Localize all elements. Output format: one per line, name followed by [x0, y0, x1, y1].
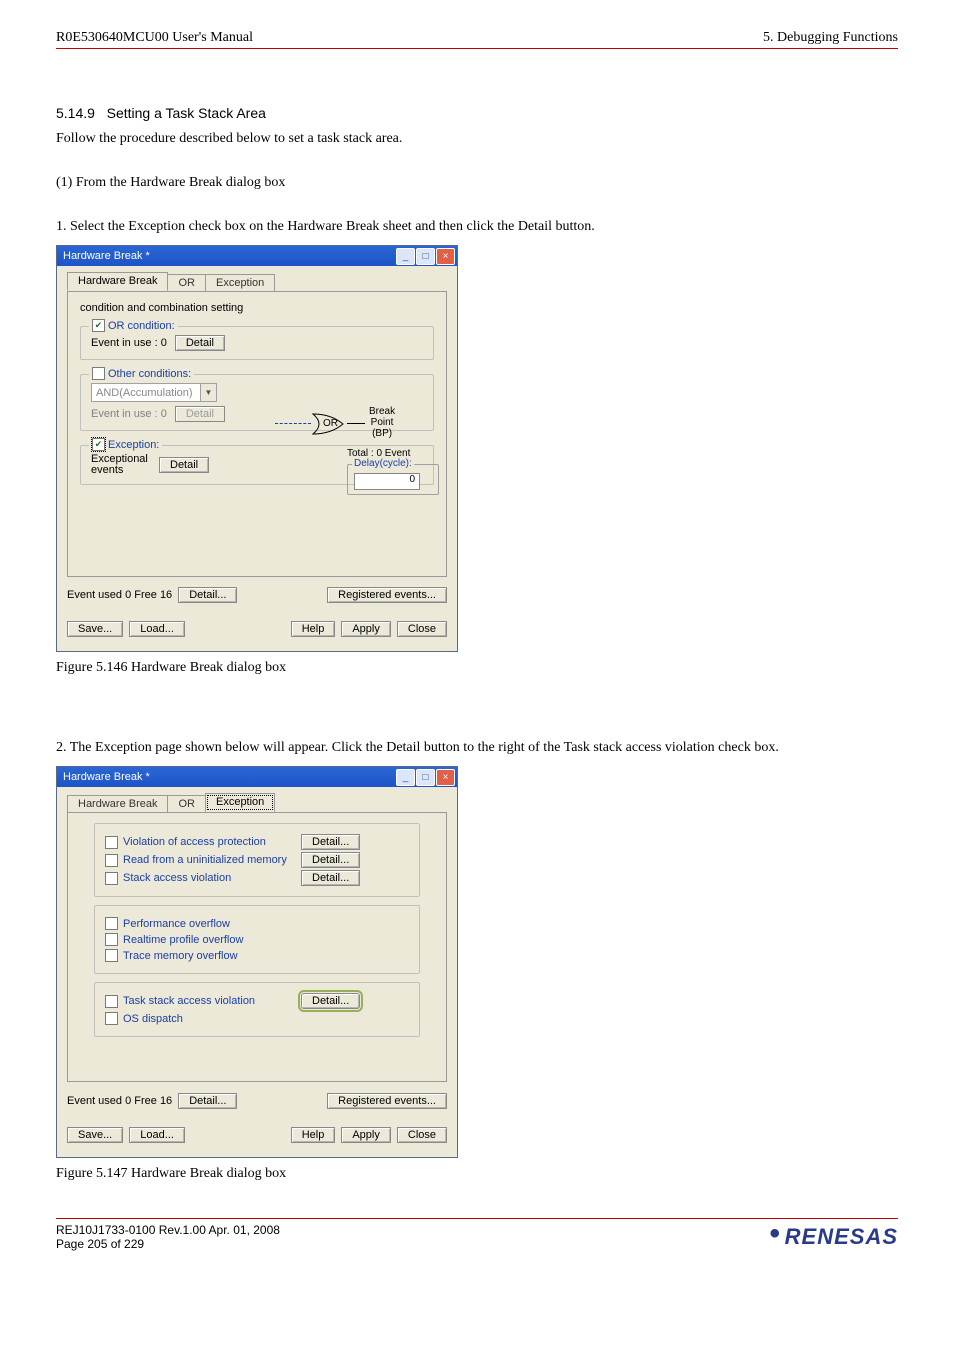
registered-events-button[interactable]: Registered events...: [327, 1093, 447, 1109]
or-detail-button[interactable]: Detail: [175, 335, 225, 351]
help-button[interactable]: Help: [291, 621, 336, 637]
os-dispatch-checkbox[interactable]: [105, 1012, 118, 1025]
dropdown-value: AND(Accumulation): [96, 387, 193, 399]
apply-button[interactable]: Apply: [341, 621, 391, 637]
trace-overflow-label: Trace memory overflow: [123, 950, 238, 962]
stack-access-label: Stack access violation: [123, 872, 231, 884]
save-button[interactable]: Save...: [67, 621, 123, 637]
delay-group: Delay(cycle): 0: [347, 464, 439, 495]
task-stack-checkbox[interactable]: [105, 995, 118, 1008]
close-button[interactable]: Close: [397, 1127, 447, 1143]
task-stack-detail-button[interactable]: Detail...: [301, 993, 360, 1009]
perf-overflow-label: Performance overflow: [123, 918, 230, 930]
minimize-icon[interactable]: _: [396, 248, 415, 265]
realtime-overflow-checkbox[interactable]: [105, 933, 118, 946]
tab-exception[interactable]: Exception: [205, 793, 275, 812]
load-button[interactable]: Load...: [129, 1127, 185, 1143]
realtime-overflow-label: Realtime profile overflow: [123, 934, 243, 946]
or-gate-illustration: OR Break Point (BP) Total : 0 Event Dela…: [303, 392, 443, 482]
figure-caption-1: Figure 5.146 Hardware Break dialog box: [56, 660, 898, 676]
violation-detail-button[interactable]: Detail...: [301, 834, 360, 850]
save-button[interactable]: Save...: [67, 1127, 123, 1143]
tab-hardware-break[interactable]: Hardware Break: [67, 272, 168, 291]
condition-heading: condition and combination setting: [80, 302, 434, 314]
other-detail-button: Detail: [175, 406, 225, 422]
renesas-logo-text: RENESAS: [785, 1224, 898, 1250]
other-event-in-use: Event in use : 0: [91, 408, 167, 420]
perf-overflow-checkbox[interactable]: [105, 917, 118, 930]
delay-value-input[interactable]: 0: [354, 473, 420, 490]
exceptional-events-label: Exceptional events: [91, 454, 151, 476]
stack-access-detail-button[interactable]: Detail...: [301, 870, 360, 886]
header-left: R0E530640MCU00 User's Manual: [56, 30, 253, 46]
maximize-icon[interactable]: □: [416, 769, 435, 786]
footer-line1: REJ10J1733-0100 Rev.1.00 Apr. 01, 2008: [56, 1223, 280, 1237]
or-gate-label: OR: [323, 418, 338, 429]
event-used-label: Event used 0 Free 16: [67, 589, 172, 601]
other-conditions-label: Other conditions:: [108, 368, 191, 380]
other-conditions-checkbox[interactable]: [92, 367, 105, 380]
close-icon[interactable]: ×: [436, 769, 455, 786]
figure-caption-2: Figure 5.147 Hardware Break dialog box: [56, 1166, 898, 1182]
exception-checkbox[interactable]: ✔: [92, 438, 105, 451]
os-dispatch-label: OS dispatch: [123, 1013, 183, 1025]
footer-line2: Page 205 of 229: [56, 1237, 280, 1251]
header-right: 5. Debugging Functions: [763, 30, 898, 46]
dialog2-title: Hardware Break *: [63, 771, 150, 783]
violation-label: Violation of access protection: [123, 836, 266, 848]
violation-checkbox[interactable]: [105, 836, 118, 849]
read-uninit-checkbox[interactable]: [105, 854, 118, 867]
event-used-label: Event used 0 Free 16: [67, 1095, 172, 1107]
section-number: 5.14.9: [56, 105, 95, 121]
exception-label: Exception:: [108, 439, 159, 451]
registered-events-button[interactable]: Registered events...: [327, 587, 447, 603]
step-1-text: 1. Select the Exception check box on the…: [56, 219, 898, 235]
events-detail-button[interactable]: Detail...: [178, 587, 237, 603]
logo-dot-icon: •: [769, 1229, 781, 1239]
exception-detail-button[interactable]: Detail: [159, 457, 209, 473]
step-2-text: 2. The Exception page shown below will a…: [56, 740, 898, 756]
close-icon[interactable]: ×: [436, 248, 455, 265]
renesas-logo: • RENESAS: [769, 1224, 898, 1250]
or-condition-checkbox[interactable]: ✔: [92, 319, 105, 332]
help-button[interactable]: Help: [291, 1127, 336, 1143]
chevron-down-icon: ▼: [200, 384, 216, 401]
task-stack-label: Task stack access violation: [123, 995, 255, 1007]
other-conditions-dropdown: AND(Accumulation) ▼: [91, 383, 217, 402]
maximize-icon[interactable]: □: [416, 248, 435, 265]
or-condition-label: OR condition:: [108, 320, 175, 332]
intro-text: Follow the procedure described below to …: [56, 131, 898, 147]
apply-button[interactable]: Apply: [341, 1127, 391, 1143]
close-button[interactable]: Close: [397, 621, 447, 637]
read-uninit-label: Read from a uninitialized memory: [123, 854, 287, 866]
or-event-in-use: Event in use : 0: [91, 337, 167, 349]
hardware-break-dialog-1: Hardware Break * _ □ × Hardware Break OR…: [56, 245, 458, 652]
hardware-break-dialog-2: Hardware Break * _ □ × Hardware Break OR…: [56, 766, 458, 1158]
delay-label: Delay(cycle):: [352, 458, 414, 469]
trace-overflow-checkbox[interactable]: [105, 949, 118, 962]
stack-access-checkbox[interactable]: [105, 872, 118, 885]
load-button[interactable]: Load...: [129, 621, 185, 637]
minimize-icon[interactable]: _: [396, 769, 415, 786]
section-title: Setting a Task Stack Area: [107, 105, 266, 121]
step-1-heading: (1) From the Hardware Break dialog box: [56, 175, 898, 191]
break-point-label: Break Point (BP): [369, 406, 395, 439]
dialog1-title: Hardware Break *: [63, 250, 150, 262]
events-detail-button[interactable]: Detail...: [178, 1093, 237, 1109]
read-uninit-detail-button[interactable]: Detail...: [301, 852, 360, 868]
